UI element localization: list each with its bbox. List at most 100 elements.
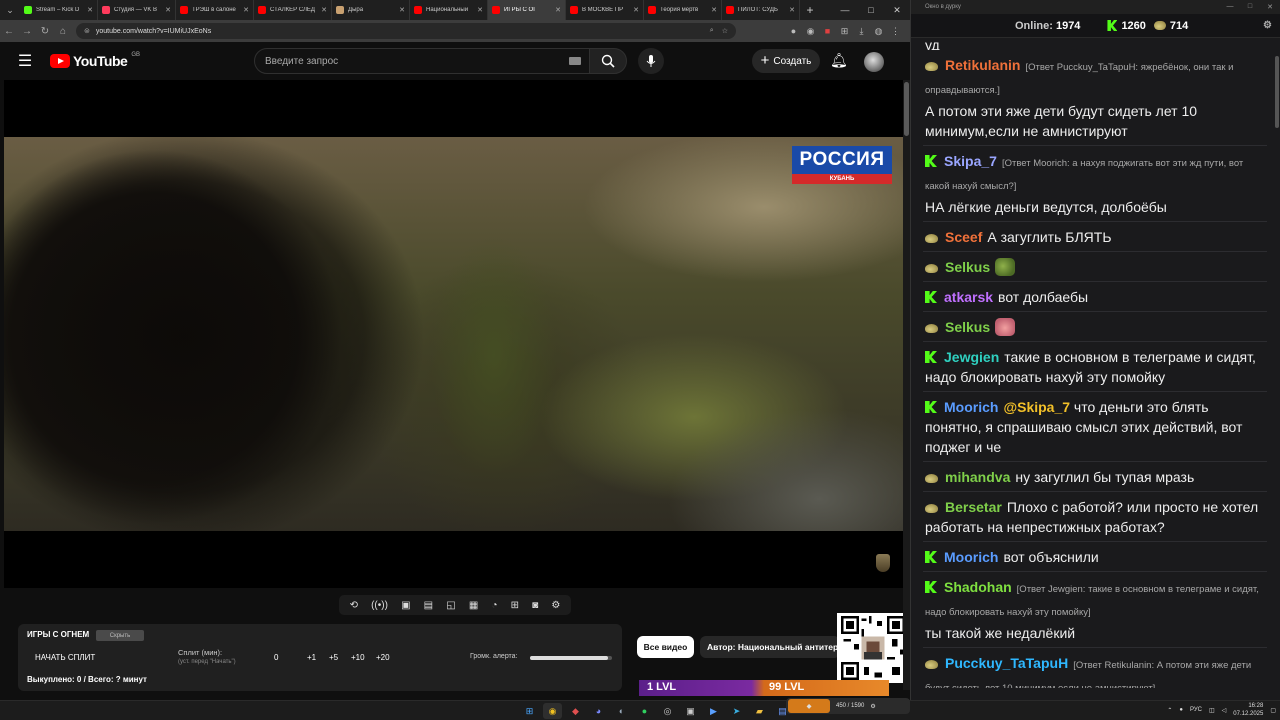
telegram-icon[interactable]: ➤ bbox=[727, 703, 746, 719]
spotify-icon[interactable]: ● bbox=[635, 703, 654, 719]
discord-icon[interactable]: ◕ bbox=[589, 703, 608, 719]
chat-nickname[interactable]: Retikulanin bbox=[945, 57, 1020, 73]
hide-button[interactable]: Скрыть bbox=[96, 630, 144, 641]
language[interactable]: РУС bbox=[1190, 707, 1202, 713]
close-window-icon[interactable]: ✕ bbox=[884, 0, 910, 20]
chat-nickname[interactable]: Moorich bbox=[944, 549, 998, 565]
tab-close-icon[interactable]: ✕ bbox=[555, 6, 561, 14]
chat-nickname[interactable]: Jewgien bbox=[944, 349, 999, 365]
chat-nickname[interactable]: atkarsk bbox=[944, 289, 993, 305]
notifications-icon[interactable]: ▢ bbox=[1270, 707, 1276, 714]
film-icon[interactable]: ▤ bbox=[424, 600, 433, 611]
browser-tab[interactable]: Stream – Kick D ✕ bbox=[20, 0, 98, 20]
tab-close-icon[interactable]: ✕ bbox=[711, 6, 717, 14]
settings-gear-icon[interactable]: ⚙︎ bbox=[551, 600, 560, 611]
increment-20-button[interactable]: +20 bbox=[376, 653, 390, 662]
tab-search-icon[interactable]: ⌄ bbox=[0, 0, 20, 20]
app-icon-2[interactable]: ◎ bbox=[658, 703, 677, 719]
search-button[interactable] bbox=[589, 48, 627, 74]
extension-icon[interactable]: ◉ bbox=[802, 26, 819, 37]
start-windows-icon[interactable]: ⊞ bbox=[520, 703, 539, 719]
mention[interactable]: @Skipa_7 bbox=[1003, 399, 1070, 415]
speed-icon[interactable]: ◔ bbox=[491, 600, 497, 611]
increment-10-button[interactable]: +10 bbox=[351, 653, 365, 662]
loop-icon[interactable]: ⟲ bbox=[350, 600, 358, 611]
chat-nickname[interactable]: Selkus bbox=[945, 319, 990, 335]
reload-icon[interactable]: ↻ bbox=[36, 26, 54, 37]
youtube-logo[interactable]: YouTube GB bbox=[50, 52, 140, 69]
browser-tab[interactable]: ТРЭШ в салоне ✕ bbox=[176, 0, 254, 20]
browser-tab[interactable]: ПИЛОТ: СУДЬ ✕ bbox=[722, 0, 800, 20]
hamburger-menu-icon[interactable]: ☰ bbox=[0, 51, 50, 71]
steam-icon[interactable]: ◐ bbox=[612, 703, 631, 719]
chat-nickname[interactable]: Shadohan bbox=[944, 579, 1012, 595]
extension-red-icon[interactable]: ■ bbox=[819, 26, 836, 37]
chat-nickname[interactable]: Skipa_7 bbox=[944, 153, 997, 169]
home-icon[interactable]: ⌂ bbox=[54, 26, 72, 37]
channel-shield-icon[interactable] bbox=[876, 554, 890, 572]
menu-dots-icon[interactable]: ⋮ bbox=[887, 26, 904, 37]
notifications-bell-icon[interactable]: 🔔︎ bbox=[830, 52, 848, 69]
zoom-icon[interactable]: ⌕ bbox=[710, 27, 714, 35]
site-info-icon[interactable]: ⊜ bbox=[84, 27, 90, 35]
app-icon-4[interactable]: ▶ bbox=[704, 703, 723, 719]
split-value[interactable]: 0 bbox=[274, 653, 278, 662]
browser-tab[interactable]: Дыра ✕ bbox=[332, 0, 410, 20]
forward-icon[interactable]: → bbox=[18, 26, 36, 37]
chat-minimize-icon[interactable]: — bbox=[1220, 3, 1240, 11]
chat-settings-icon[interactable]: ⚙︎ bbox=[1263, 20, 1272, 31]
create-button[interactable]: + Создать bbox=[752, 49, 820, 73]
tab-close-icon[interactable]: ✕ bbox=[321, 6, 327, 14]
tab-close-icon[interactable]: ✕ bbox=[87, 6, 93, 14]
screenshot-icon[interactable]: ◙ bbox=[532, 600, 538, 611]
tray-gear-icon[interactable]: ⚙︎ bbox=[870, 703, 875, 710]
increment-5-button[interactable]: +5 bbox=[329, 653, 338, 662]
add-screen-icon[interactable]: ⊞ bbox=[511, 600, 519, 611]
tab-close-icon[interactable]: ✕ bbox=[477, 6, 483, 14]
browser-tab[interactable]: Теория мертв ✕ bbox=[644, 0, 722, 20]
tab-close-icon[interactable]: ✕ bbox=[243, 6, 249, 14]
film-strip-icon[interactable]: ▦ bbox=[469, 600, 478, 611]
app-icon-1[interactable]: ◆ bbox=[566, 703, 585, 719]
app-icon-3[interactable]: ▣ bbox=[681, 703, 700, 719]
cinema-icon[interactable]: ▣ bbox=[401, 600, 410, 611]
chat-messages[interactable]: уд Retikulanin [Ответ Pucckuy_TaTapuH: яж… bbox=[911, 40, 1273, 688]
page-scrollbar-thumb[interactable] bbox=[904, 82, 909, 136]
extensions-puzzle-icon[interactable]: ⊞ bbox=[836, 26, 853, 37]
chat-nickname[interactable]: mihandva bbox=[945, 469, 1010, 485]
chat-nickname[interactable]: Bersetar bbox=[945, 499, 1002, 515]
tab-close-icon[interactable]: ✕ bbox=[165, 6, 171, 14]
tab-close-icon[interactable]: ✕ bbox=[633, 6, 639, 14]
avatar[interactable] bbox=[864, 52, 884, 72]
chat-nickname[interactable]: Moorich bbox=[944, 399, 998, 415]
chat-nickname[interactable]: Selkus bbox=[945, 259, 990, 275]
tab-close-icon[interactable]: ✕ bbox=[789, 6, 795, 14]
browser-tab[interactable]: Студия — VK В ✕ bbox=[98, 0, 176, 20]
chrome-icon[interactable]: ◉ bbox=[543, 703, 562, 719]
start-split-button[interactable]: НАЧАТЬ СПЛИТ bbox=[35, 653, 95, 662]
chat-close-icon[interactable]: ✕ bbox=[1260, 3, 1280, 11]
extension-circle-icon[interactable]: ● bbox=[785, 26, 802, 37]
voice-search-button[interactable] bbox=[638, 48, 664, 74]
search-input[interactable]: Введите запрос bbox=[254, 48, 590, 74]
minimize-icon[interactable]: — bbox=[832, 0, 858, 20]
browser-tab[interactable]: В МОСКВЕ ПР ✕ bbox=[566, 0, 644, 20]
chat-maximize-icon[interactable]: □ bbox=[1240, 3, 1260, 11]
download-icon[interactable]: ⤓ bbox=[853, 26, 870, 37]
page-scrollbar[interactable] bbox=[903, 80, 910, 690]
tray-chevron-icon[interactable]: ⌃ bbox=[1167, 707, 1172, 714]
browser-tab[interactable]: ИГРЫ С ОГ ✕ bbox=[488, 0, 566, 20]
new-tab-icon[interactable]: + bbox=[800, 3, 820, 17]
chip-all-videos[interactable]: Все видео bbox=[637, 636, 694, 658]
chat-nickname[interactable]: Sceef bbox=[945, 229, 982, 245]
browser-tab[interactable]: Национальный ✕ bbox=[410, 0, 488, 20]
url-field[interactable]: ⊜ youtube.com/watch?v=IUMiUJxEoNs ⌕ ☆ bbox=[76, 23, 736, 39]
maximize-icon[interactable]: □ bbox=[858, 0, 884, 20]
network-icon[interactable]: ◫ bbox=[1209, 707, 1215, 714]
increment-1-button[interactable]: +1 bbox=[307, 653, 316, 662]
bookmark-star-icon[interactable]: ☆ bbox=[722, 27, 728, 35]
video-player[interactable]: РОССИЯ КУБАНЬ bbox=[4, 80, 903, 588]
clock[interactable]: 16:28 07.12.2025 bbox=[1233, 702, 1263, 718]
explorer-icon[interactable]: ▰ bbox=[750, 703, 769, 719]
chip-author[interactable]: Автор: Национальный антитерр bbox=[700, 636, 840, 658]
